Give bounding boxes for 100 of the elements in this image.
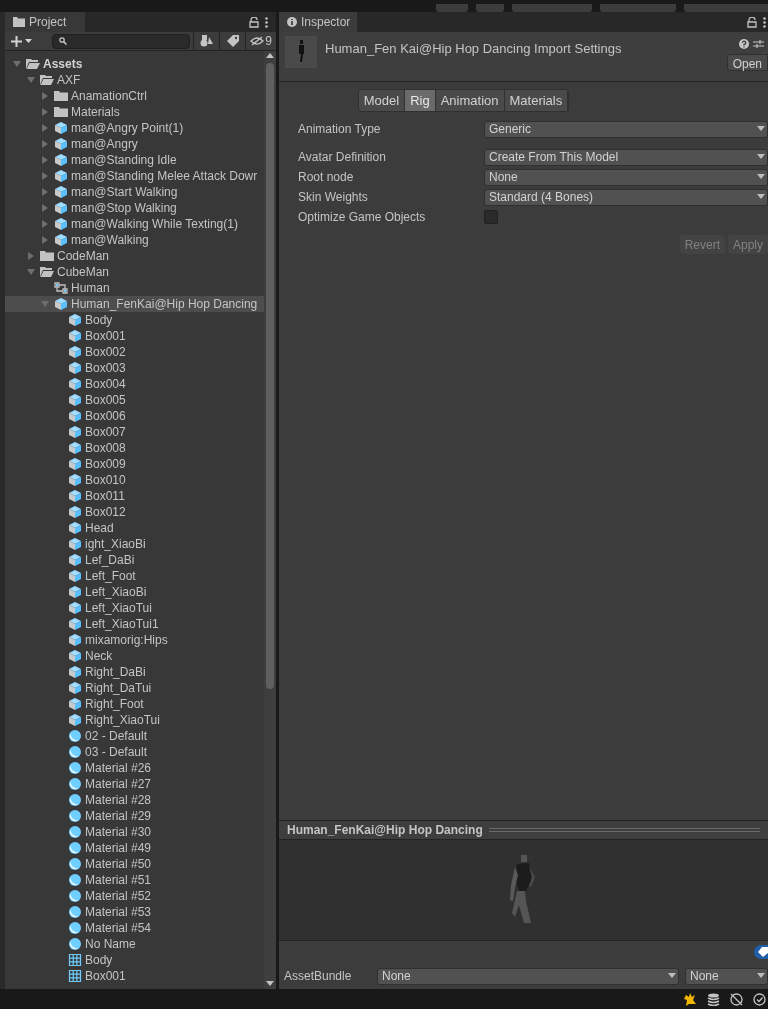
checkbox[interactable] — [484, 210, 498, 224]
tree-item[interactable]: Material #27 — [5, 776, 264, 792]
tree-item[interactable]: man@Standing Idle — [5, 152, 264, 168]
scrollbar[interactable] — [264, 51, 276, 989]
tree-item[interactable]: Right_XiaoTui — [5, 712, 264, 728]
tree-item[interactable]: Box004 — [5, 376, 264, 392]
tree-item[interactable]: Left_XiaoTui — [5, 600, 264, 616]
tree-item[interactable]: Body — [5, 952, 264, 968]
cube-icon — [68, 521, 82, 535]
tree-item[interactable]: man@Standing Melee Attack Dowr — [5, 168, 264, 184]
cube-icon — [68, 409, 82, 423]
tree-item[interactable]: Assets — [5, 56, 264, 72]
tree-item[interactable]: Box007 — [5, 424, 264, 440]
tree-item[interactable]: 03 - Default — [5, 744, 264, 760]
tree-item[interactable]: Materials — [5, 104, 264, 120]
tree-item[interactable]: Box012 — [5, 504, 264, 520]
grid-icon — [68, 953, 82, 967]
more-icon[interactable] — [763, 16, 766, 28]
tree-item[interactable]: Material #52 — [5, 888, 264, 904]
toolbar-button[interactable] — [436, 4, 468, 12]
tree-item[interactable]: Box006 — [5, 408, 264, 424]
tree-item[interactable]: Neck — [5, 648, 264, 664]
bug-warning-icon[interactable] — [683, 992, 697, 1006]
cube-icon — [68, 361, 82, 375]
lock-icon[interactable] — [249, 16, 259, 28]
tree-item[interactable]: man@Walking While Texting(1) — [5, 216, 264, 232]
search-field[interactable] — [52, 33, 190, 49]
tree-item[interactable]: 02 - Default — [5, 728, 264, 744]
tree-item[interactable]: Box003 — [5, 360, 264, 376]
tree-item[interactable]: Material #30 — [5, 824, 264, 840]
tree-item[interactable]: Box009 — [5, 456, 264, 472]
tree-item[interactable]: Material #28 — [5, 792, 264, 808]
help-icon[interactable] — [739, 39, 749, 49]
tree-item[interactable]: mixamorig:Hips — [5, 632, 264, 648]
plus-icon — [11, 35, 22, 47]
sliders-icon[interactable] — [753, 39, 764, 49]
tree-item[interactable]: AnamationCtrl — [5, 88, 264, 104]
sphere-icon — [68, 729, 82, 743]
tree-item[interactable]: Head — [5, 520, 264, 536]
inspector-tab[interactable]: Inspector — [279, 12, 357, 32]
network-off-icon[interactable] — [730, 992, 743, 1006]
tree-item[interactable]: Right_DaBi — [5, 664, 264, 680]
scroll-down-icon[interactable] — [266, 981, 274, 987]
tree-item[interactable]: CubeMan — [5, 264, 264, 280]
tree-item[interactable]: CodeMan — [5, 248, 264, 264]
tree-item[interactable]: man@Stop Walking — [5, 200, 264, 216]
tree-item[interactable]: Box008 — [5, 440, 264, 456]
tree-item[interactable]: Material #50 — [5, 856, 264, 872]
import-tab[interactable]: Animation — [435, 90, 505, 111]
import-tab[interactable]: Materials — [504, 90, 569, 111]
scrollbar-thumb[interactable] — [266, 63, 274, 689]
asset-bundle-dropdown[interactable]: None — [377, 967, 679, 985]
tree-item[interactable]: Human — [5, 280, 264, 296]
tree-item[interactable]: Box001 — [5, 328, 264, 344]
tree-item[interactable]: Material #51 — [5, 872, 264, 888]
tree-item[interactable]: Left_XiaoTui1 — [5, 616, 264, 632]
tree-item[interactable]: Material #26 — [5, 760, 264, 776]
tree-item[interactable]: man@Start Walking — [5, 184, 264, 200]
lock-icon[interactable] — [747, 16, 757, 28]
tree-item[interactable]: man@Angry Point(1) — [5, 120, 264, 136]
tree-item[interactable]: Material #53 — [5, 904, 264, 920]
tree-item[interactable]: Box005 — [5, 392, 264, 408]
scroll-up-icon[interactable] — [266, 53, 274, 59]
tree-item[interactable]: Box001 — [5, 968, 264, 984]
tree-item[interactable]: man@Walking — [5, 232, 264, 248]
tree-item[interactable]: Human_FenKai@Hip Hop Dancing — [5, 296, 264, 312]
dropdown[interactable]: Create From This Model — [484, 148, 768, 166]
import-tab[interactable]: Model — [358, 90, 406, 111]
cube-icon — [68, 585, 82, 599]
tree-item[interactable]: ight_XiaoBi — [5, 536, 264, 552]
check-circle-icon[interactable] — [753, 992, 766, 1006]
tree-item[interactable]: man@Angry — [5, 136, 264, 152]
tree-item[interactable]: Left_XiaoBi — [5, 584, 264, 600]
dropdown[interactable]: Generic — [484, 120, 768, 138]
toolbar-button[interactable] — [476, 4, 504, 12]
tree-item[interactable]: Left_Foot — [5, 568, 264, 584]
tree-item[interactable]: Material #49 — [5, 840, 264, 856]
dropdown[interactable]: Standard (4 Bones) — [484, 188, 768, 206]
project-tab[interactable]: Project — [5, 12, 85, 32]
tree-item[interactable]: No Name — [5, 936, 264, 952]
tree-item[interactable]: Box011 — [5, 488, 264, 504]
cube-icon — [68, 457, 82, 471]
tree-item[interactable]: Material #29 — [5, 808, 264, 824]
database-icon[interactable] — [707, 992, 720, 1006]
open-button[interactable]: Open — [726, 54, 768, 71]
hidden-packages-button[interactable]: 9 — [245, 32, 276, 50]
dropdown[interactable]: None — [484, 168, 768, 186]
more-icon[interactable] — [265, 16, 268, 28]
tree-item[interactable]: Right_DaTui — [5, 680, 264, 696]
import-tab[interactable]: Rig — [405, 90, 436, 111]
caret-icon[interactable] — [41, 300, 49, 308]
tag-badge[interactable] — [754, 945, 768, 959]
tree-item[interactable]: Body — [5, 312, 264, 328]
tree-item[interactable]: Lef_DaBi — [5, 552, 264, 568]
tree-item[interactable]: Right_Foot — [5, 696, 264, 712]
tree-item[interactable]: Box002 — [5, 344, 264, 360]
tree-item[interactable]: Material #54 — [5, 920, 264, 936]
variant-dropdown[interactable]: None — [685, 967, 768, 985]
tree-item[interactable]: AXF — [5, 72, 264, 88]
tree-item[interactable]: Box010 — [5, 472, 264, 488]
